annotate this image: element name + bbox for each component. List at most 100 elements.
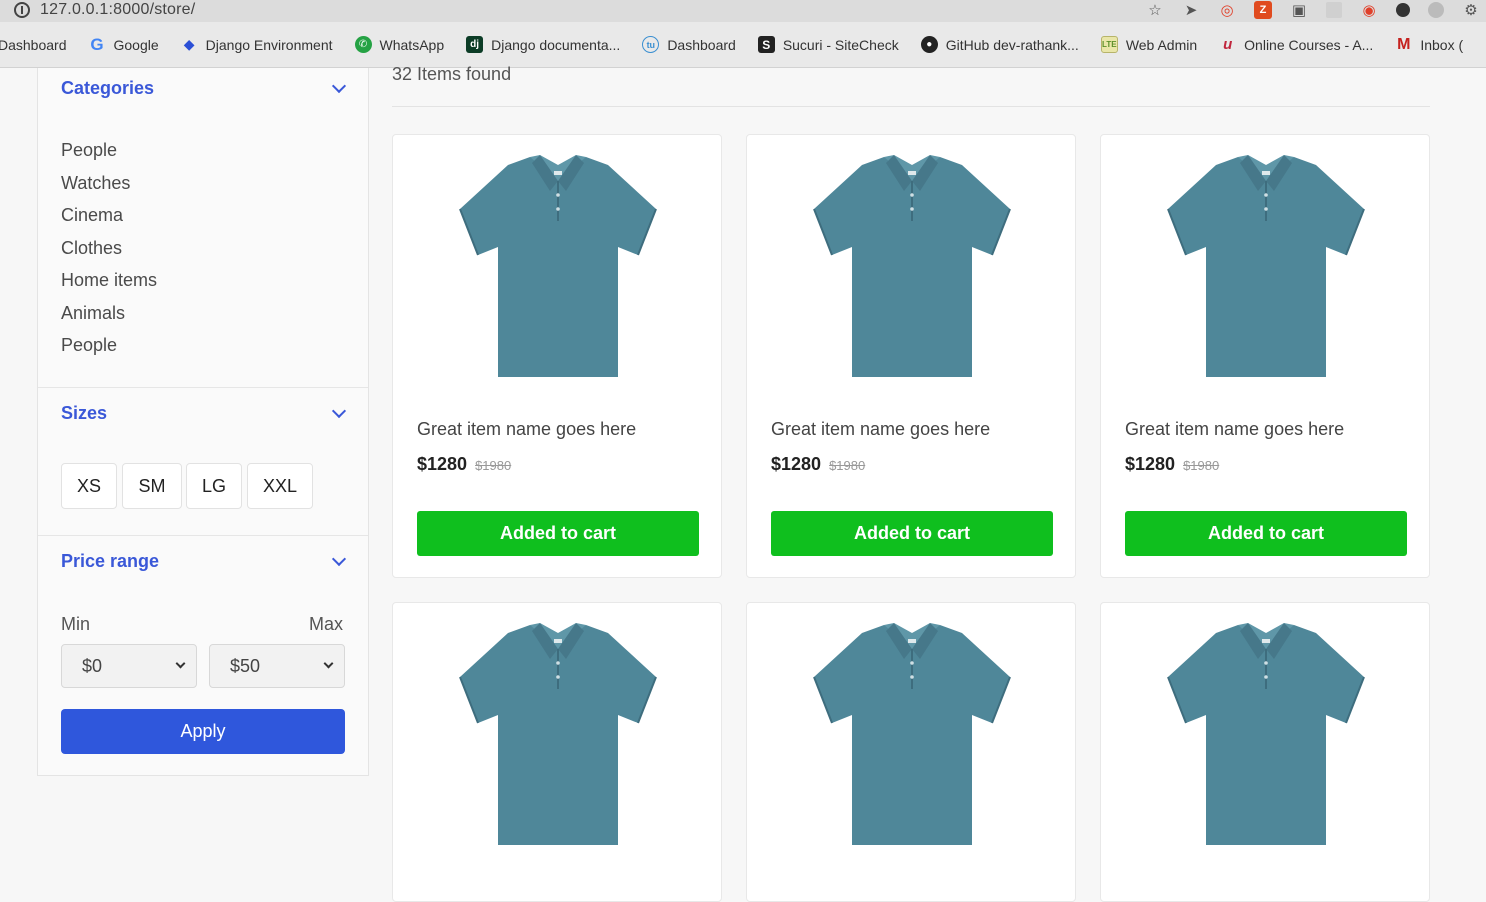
- product-card[interactable]: Great item name goes here $1280 $1980 Ad…: [392, 134, 722, 578]
- bookmark-label: GitHub dev-rathank...: [945, 36, 1079, 53]
- bookmarks-bar: Dashboard G Google ◆ Django Environment ✆ What…: [0, 22, 1486, 68]
- sizes-title: Sizes: [61, 403, 108, 423]
- zoom-extension-icon[interactable]: Z: [1254, 1, 1272, 19]
- bookmark-label: Inbox (: [1420, 36, 1464, 53]
- price-range-title: Price range: [61, 551, 160, 571]
- bookmark-label: WhatsApp: [379, 36, 445, 53]
- add-to-cart-button[interactable]: Added to cart: [771, 511, 1053, 556]
- add-to-cart-button[interactable]: Added to cart: [417, 511, 699, 556]
- chevron-down-icon[interactable]: [331, 403, 347, 419]
- category-list: People Watches Cinema Clothes Home items…: [61, 138, 157, 366]
- sizes-header[interactable]: Sizes: [61, 403, 347, 424]
- size-option-xxl[interactable]: XXL: [247, 463, 313, 509]
- category-item[interactable]: Clothes: [61, 236, 157, 269]
- puzzle-icon[interactable]: ⚙: [1462, 1, 1480, 19]
- product-card[interactable]: [746, 602, 1076, 902]
- product-price: $1280 $1980: [1125, 454, 1219, 475]
- bookmark-item[interactable]: u Online Courses - A...: [1219, 36, 1373, 53]
- bookmark-item[interactable]: LTE Web Admin: [1100, 36, 1198, 53]
- min-price-value: $0: [82, 655, 103, 676]
- category-item[interactable]: People: [61, 333, 157, 366]
- current-price: $1280: [1125, 454, 1176, 474]
- product-card[interactable]: Great item name goes here $1280 $1980 Ad…: [746, 134, 1076, 578]
- whatsapp-icon: ✆: [354, 36, 372, 53]
- product-name[interactable]: Great item name goes here: [1125, 419, 1344, 440]
- price-range-header[interactable]: Price range: [61, 551, 347, 572]
- url-text[interactable]: 127.0.0.1:8000/store/: [40, 1, 195, 19]
- bookmark-item[interactable]: M Inbox (: [1395, 36, 1463, 53]
- product-name[interactable]: Great item name goes here: [771, 419, 990, 440]
- chevron-down-icon[interactable]: [331, 551, 347, 567]
- bookmark-label: Web Admin: [1125, 36, 1198, 53]
- category-item[interactable]: People: [61, 138, 157, 171]
- size-option-lg[interactable]: LG: [186, 463, 242, 509]
- bookmark-item[interactable]: dj Django documenta...: [466, 36, 620, 53]
- min-label: Min: [61, 614, 91, 634]
- site-info-icon[interactable]: [14, 2, 30, 18]
- product-image[interactable]: [811, 619, 1013, 847]
- product-image[interactable]: [457, 619, 659, 847]
- django-env-icon: ◆: [183, 36, 195, 52]
- old-price: $1980: [1183, 458, 1220, 473]
- old-price: $1980: [475, 458, 512, 473]
- divider: [38, 387, 368, 388]
- red-circle-extension-icon[interactable]: ◉: [1360, 1, 1378, 19]
- max-price-value: $50: [230, 655, 261, 676]
- star-icon[interactable]: ☆: [1146, 1, 1164, 19]
- product-name[interactable]: Great item name goes here: [417, 419, 636, 440]
- browser-toolbar: 127.0.0.1:8000/store/ ☆ ➤ ◎ Z ▣ ◉ ⚙: [0, 0, 1486, 22]
- max-price-select[interactable]: $50: [209, 644, 345, 688]
- category-item[interactable]: Watches: [61, 171, 157, 204]
- bookmark-item[interactable]: ✆ WhatsApp: [354, 36, 445, 53]
- address-bar[interactable]: 127.0.0.1:8000/store/: [14, 0, 195, 20]
- bookmark-item[interactable]: S Sucuri - SiteCheck: [757, 36, 899, 53]
- items-found-count: 32 Items found: [392, 64, 512, 84]
- max-label: Max: [309, 614, 344, 634]
- chevron-down-icon[interactable]: [331, 78, 347, 94]
- dashboard-icon: tu: [642, 36, 660, 53]
- camera-icon[interactable]: ▣: [1290, 1, 1308, 19]
- bookmark-item[interactable]: G Google: [89, 34, 159, 54]
- bookmark-label: Django documenta...: [491, 36, 621, 53]
- extension-icons: ☆ ➤ ◎ Z ▣ ◉ ⚙: [1146, 0, 1480, 20]
- product-image[interactable]: [1165, 151, 1367, 379]
- add-to-cart-button[interactable]: Added to cart: [1125, 511, 1407, 556]
- product-card[interactable]: [392, 602, 722, 902]
- divider: [392, 106, 1430, 107]
- django-docs-icon: dj: [466, 36, 484, 53]
- sucuri-icon: S: [757, 36, 775, 53]
- bookmark-label: Google: [113, 36, 159, 53]
- current-price: $1280: [417, 454, 468, 474]
- current-price: $1280: [771, 454, 822, 474]
- product-image[interactable]: [811, 151, 1013, 379]
- bookmark-item[interactable]: Dashboard: [0, 37, 67, 53]
- apply-button[interactable]: Apply: [61, 709, 345, 754]
- filter-sidebar: Categories People Watches Cinema Clothes…: [37, 68, 369, 776]
- category-item[interactable]: Cinema: [61, 203, 157, 236]
- categories-header[interactable]: Categories: [61, 78, 347, 99]
- bookmark-label: Dashboard: [667, 36, 736, 53]
- product-card[interactable]: Great item name goes here $1280 $1980 Ad…: [1100, 134, 1430, 578]
- category-item[interactable]: Animals: [61, 301, 157, 334]
- category-item[interactable]: Home items: [61, 268, 157, 301]
- min-price-select[interactable]: $0: [61, 644, 197, 688]
- bookmark-label: Online Courses - A...: [1244, 36, 1374, 53]
- size-option-sm[interactable]: SM: [122, 463, 182, 509]
- google-icon: G: [90, 34, 104, 54]
- gmail-icon: M: [1397, 35, 1411, 53]
- blank-extension-icon[interactable]: [1326, 2, 1342, 18]
- bookmark-item[interactable]: tu Dashboard: [642, 36, 736, 53]
- bookmark-item[interactable]: ◆ Django Environment: [181, 36, 333, 53]
- lastpass-icon[interactable]: ◎: [1218, 1, 1236, 19]
- cursor-icon[interactable]: ➤: [1182, 1, 1200, 19]
- product-image[interactable]: [457, 151, 659, 379]
- adminlte-icon: LTE: [1100, 36, 1118, 53]
- grey-extension-icon[interactable]: [1428, 2, 1444, 18]
- bookmark-item[interactable]: ● GitHub dev-rathank...: [920, 36, 1079, 53]
- product-price: $1280 $1980: [417, 454, 511, 475]
- product-image[interactable]: [1165, 619, 1367, 847]
- chevron-down-icon: [175, 658, 186, 669]
- product-card[interactable]: [1100, 602, 1430, 902]
- dark-circle-extension-icon[interactable]: [1396, 3, 1410, 17]
- size-option-xs[interactable]: XS: [61, 463, 117, 509]
